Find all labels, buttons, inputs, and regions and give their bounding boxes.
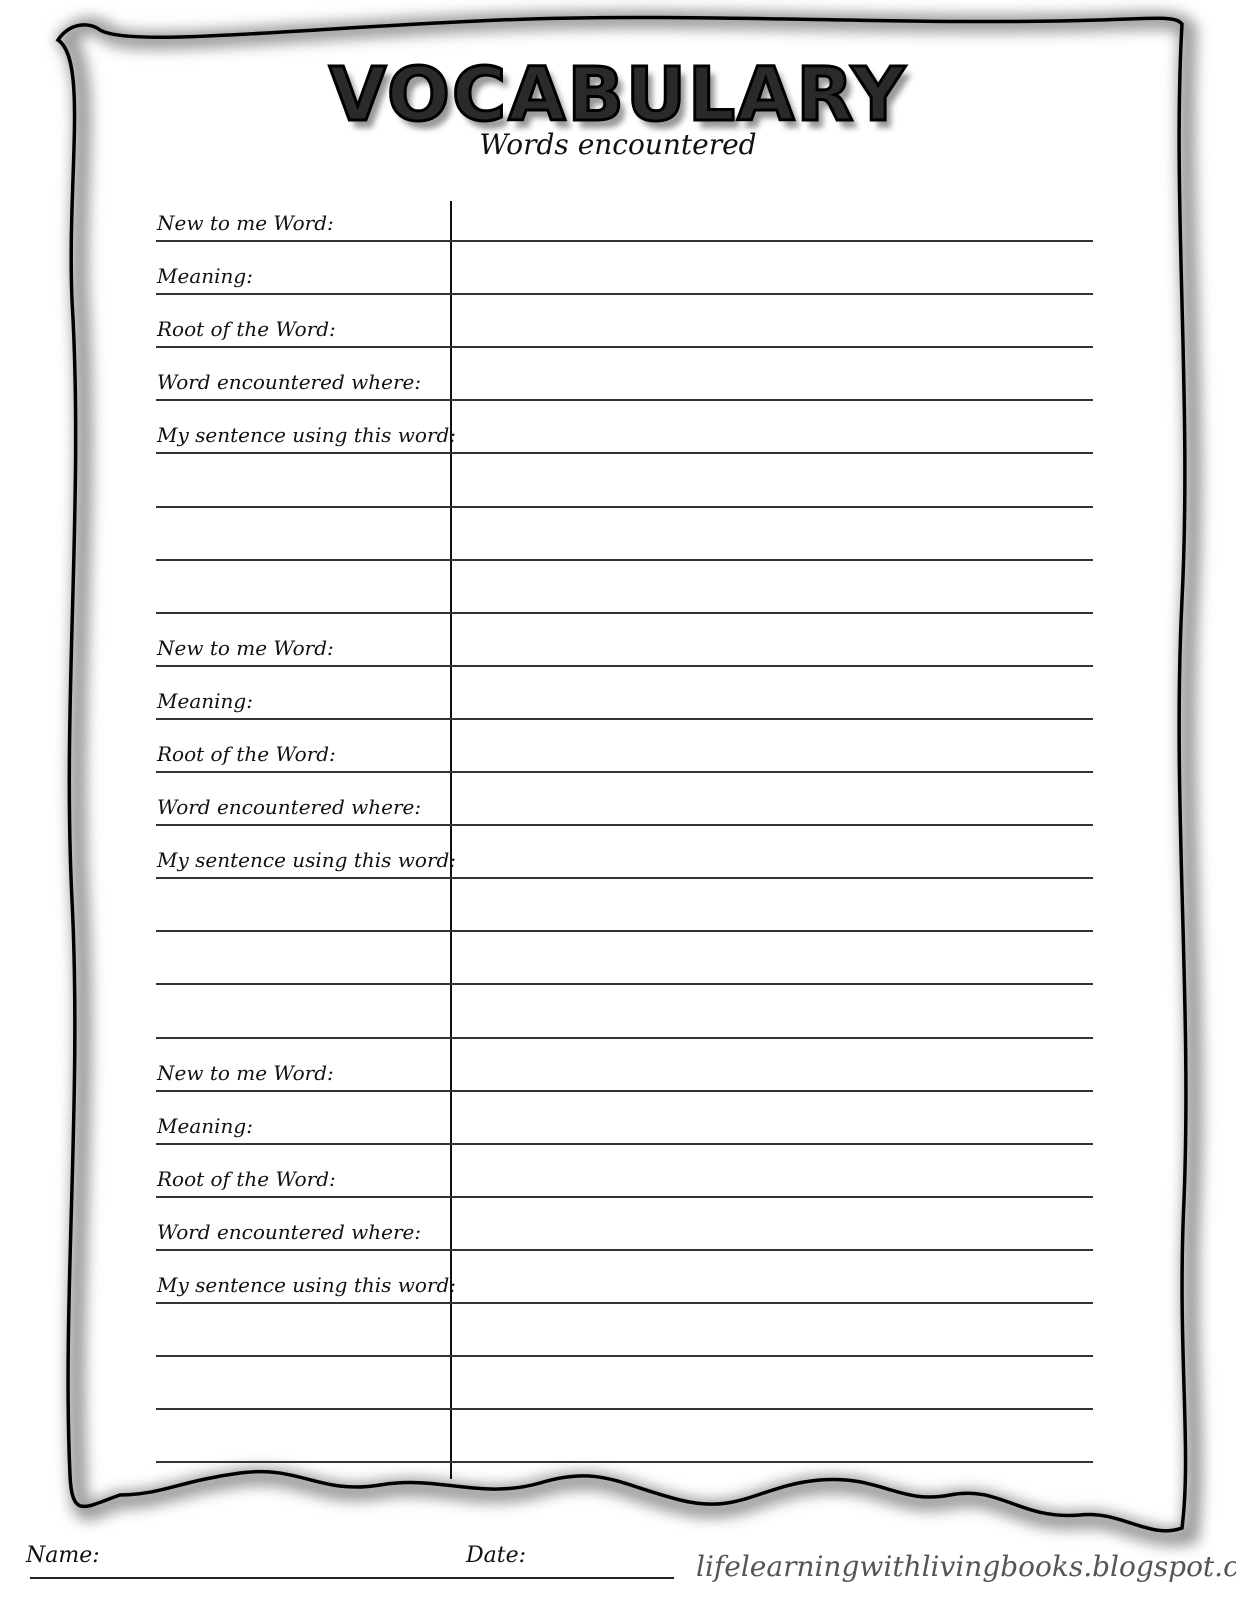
field-label: Word encountered where: (157, 370, 422, 395)
answer-line[interactable] (156, 293, 1093, 296)
field-label: New to me Word: (157, 211, 334, 235)
sentence-line[interactable] (156, 1461, 1093, 1464)
answer-line[interactable] (156, 346, 1093, 349)
answer-line[interactable] (156, 877, 1093, 880)
sentence-line[interactable] (156, 611, 1093, 614)
answer-line[interactable] (156, 664, 1093, 667)
answer-line[interactable] (156, 1142, 1093, 1145)
page-title: VOCABULARY (328, 51, 907, 140)
answer-line[interactable] (156, 1089, 1093, 1092)
sentence-line[interactable] (156, 1036, 1093, 1039)
field-label: Root of the Word: (157, 742, 336, 766)
field-label: Word encountered where: (157, 1219, 422, 1244)
answer-line[interactable] (156, 452, 1093, 455)
page-subtitle: Words encountered (479, 128, 757, 161)
sentence-line[interactable] (156, 558, 1093, 561)
sentence-line[interactable] (156, 1355, 1093, 1358)
answer-line[interactable] (156, 399, 1093, 402)
website-credit: lifelearningwithlivingbooks.blogspot.com (696, 1550, 1236, 1583)
field-label: Word encountered where: (157, 795, 422, 820)
field-label: Meaning: (157, 264, 253, 289)
field-label: Root of the Word: (157, 317, 336, 342)
field-label: My sentence using this word: (157, 848, 457, 873)
field-label: New to me Word: (157, 1060, 334, 1085)
field-label: Meaning: (157, 688, 253, 713)
sentence-line[interactable] (156, 983, 1093, 986)
field-label: My sentence using this word: (157, 1273, 457, 1297)
answer-line[interactable] (156, 1302, 1093, 1304)
sentence-line[interactable] (156, 930, 1093, 933)
field-label: Meaning: (157, 1113, 253, 1138)
answer-line[interactable] (156, 824, 1093, 827)
answer-line[interactable] (156, 771, 1093, 773)
date-label: Date: (466, 1543, 527, 1568)
sentence-line[interactable] (156, 505, 1093, 508)
answer-line[interactable] (156, 717, 1093, 720)
field-label: My sentence using this word: (157, 423, 457, 448)
answer-line[interactable] (156, 240, 1093, 242)
field-label: New to me Word: (157, 635, 334, 660)
answer-line[interactable] (156, 1195, 1093, 1198)
answer-line[interactable] (156, 1248, 1093, 1251)
sentence-line[interactable] (156, 1408, 1093, 1411)
name-date-line[interactable] (30, 1577, 674, 1579)
field-label: Root of the Word: (157, 1166, 336, 1191)
name-label: Name: (26, 1543, 100, 1568)
